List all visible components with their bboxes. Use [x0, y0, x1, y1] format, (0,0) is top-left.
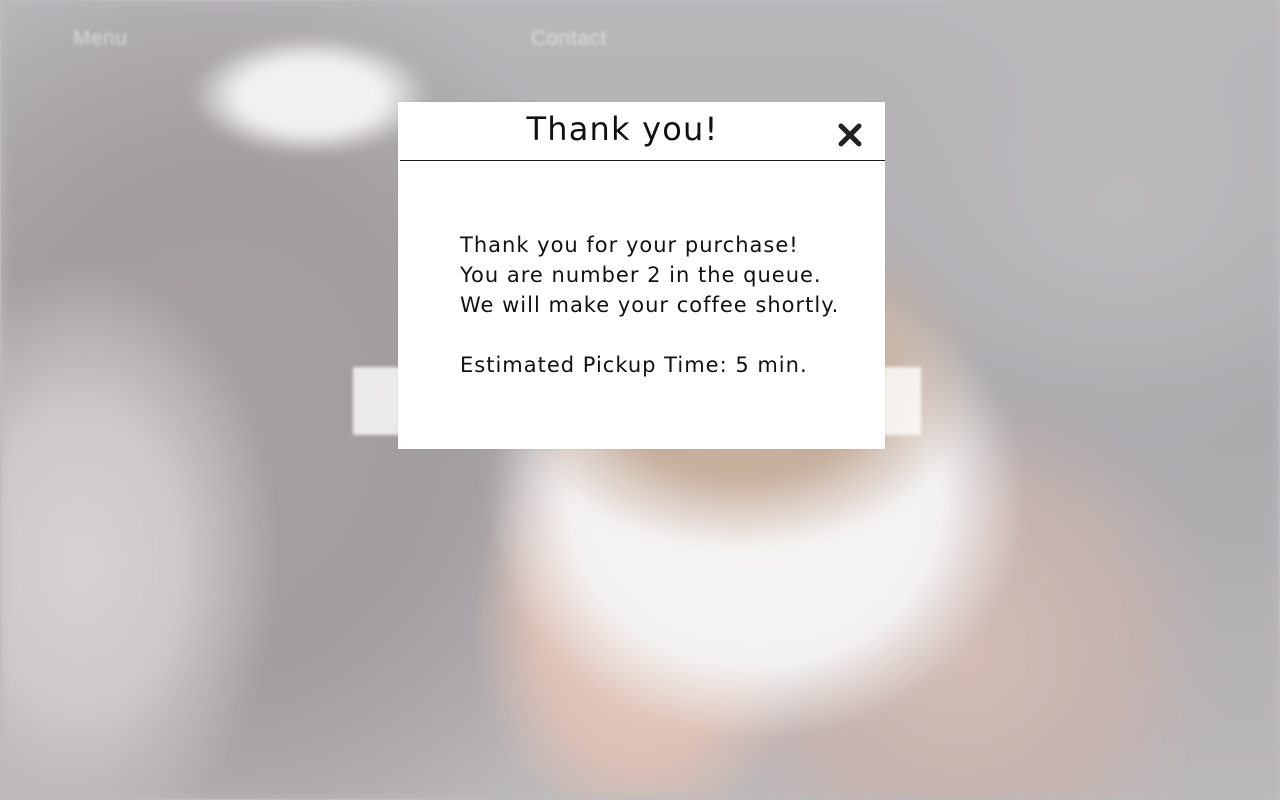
message-spacer [460, 320, 839, 350]
page: Menu Contact Thank you! Thank you for yo… [0, 0, 1280, 800]
close-icon [838, 123, 862, 147]
modal-title: Thank you! [526, 110, 719, 148]
nav-menu-link: Menu [73, 27, 128, 50]
modal-message: Thank you for your purchase! You are num… [460, 230, 839, 380]
confirmation-modal: Thank you! Thank you for your purchase! … [398, 102, 885, 449]
close-button[interactable] [837, 122, 863, 148]
pickup-time: Estimated Pickup Time: 5 min. [460, 353, 808, 377]
nav-contact-link: Contact [531, 27, 607, 50]
modal-header: Thank you! [400, 102, 885, 161]
message-line-thanks: Thank you for your purchase! [460, 233, 799, 257]
message-line-queue: You are number 2 in the queue. [460, 263, 822, 287]
message-line-shortly: We will make your coffee shortly. [460, 293, 840, 317]
